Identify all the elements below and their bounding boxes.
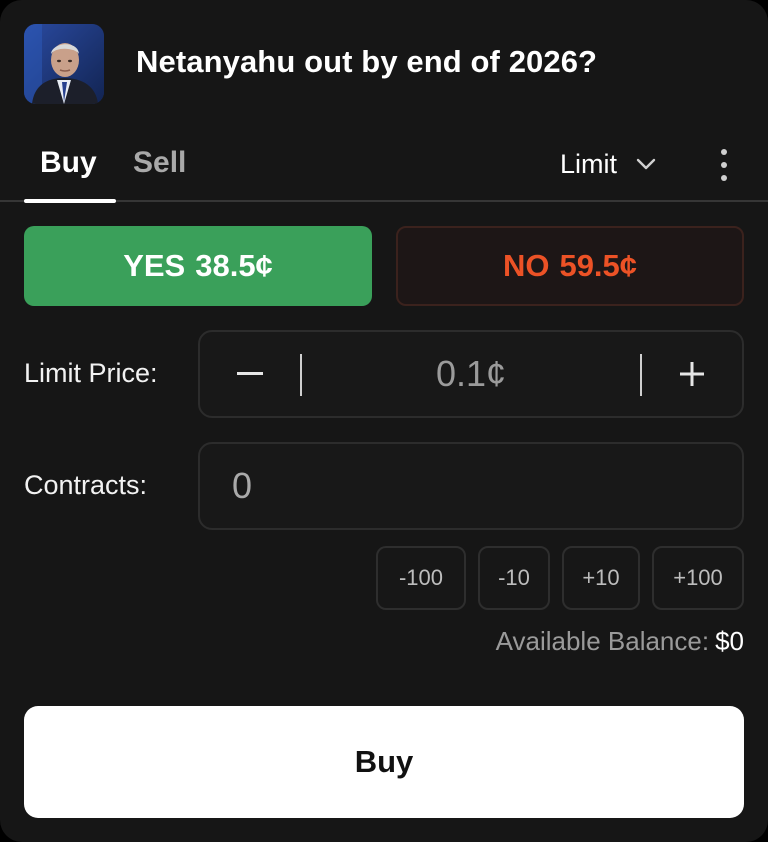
yes-label: YES <box>123 248 186 283</box>
available-balance: Available Balance: $0 <box>496 626 744 657</box>
yes-outcome-button[interactable]: YES 38.5¢ <box>24 226 372 306</box>
order-type-dropdown[interactable]: Limit <box>560 146 657 182</box>
active-tab-indicator <box>24 199 116 203</box>
trade-panel: Netanyahu out by end of 2026? Buy Sell L… <box>0 0 768 842</box>
minus-icon <box>237 372 263 375</box>
limit-price-label: Limit Price: <box>24 358 158 388</box>
no-price: 59.5¢ <box>559 248 638 283</box>
more-options-icon[interactable] <box>708 146 740 184</box>
plus-icon <box>680 362 704 386</box>
increment-button[interactable] <box>642 332 742 416</box>
submit-buy-button[interactable]: Buy <box>24 706 744 818</box>
yes-price: 38.5¢ <box>195 248 273 283</box>
limit-price-value[interactable]: 0.1¢ <box>300 332 642 416</box>
limit-price-stepper: 0.1¢ <box>198 330 744 418</box>
chevron-down-icon <box>636 158 656 170</box>
quick-minus-10-button[interactable]: -10 <box>478 546 550 610</box>
balance-value: $0 <box>715 626 744 656</box>
quick-minus-100-button[interactable]: -100 <box>376 546 466 610</box>
order-type-value: Limit <box>560 148 618 179</box>
decrement-button[interactable] <box>200 332 300 416</box>
tab-sell[interactable]: Sell <box>133 146 186 180</box>
tab-buy[interactable]: Buy <box>40 146 97 180</box>
contracts-label: Contracts: <box>24 470 148 500</box>
contracts-input[interactable] <box>232 444 712 528</box>
portrait-image <box>24 24 104 104</box>
market-title: Netanyahu out by end of 2026? <box>136 44 598 79</box>
quick-plus-100-button[interactable]: +100 <box>652 546 744 610</box>
contracts-field[interactable] <box>198 442 744 530</box>
market-thumbnail <box>24 24 104 104</box>
no-label: NO <box>502 248 550 283</box>
quick-plus-10-button[interactable]: +10 <box>562 546 640 610</box>
balance-label: Available Balance: <box>495 626 710 656</box>
no-outcome-button[interactable]: NO 59.5¢ <box>396 226 744 306</box>
